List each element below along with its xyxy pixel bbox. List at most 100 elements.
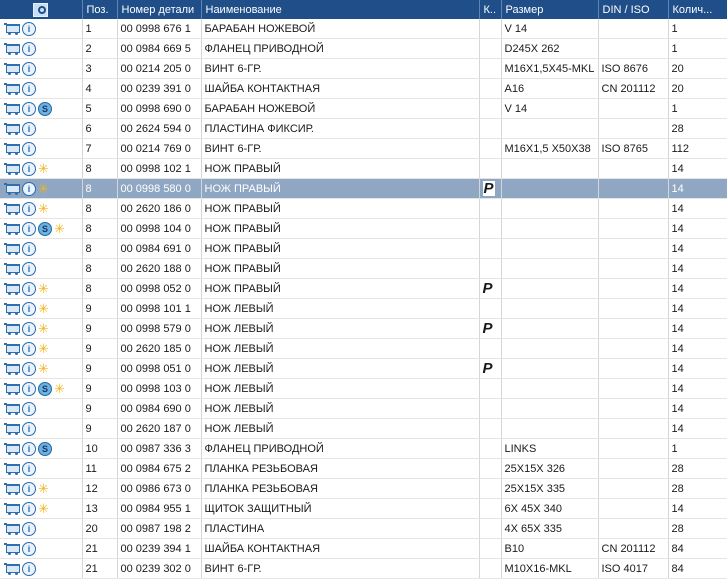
table-row[interactable]: i 8 00 2620 188 0 НОЖ ПРАВЫЙ 14: [0, 258, 727, 279]
cart-icon[interactable]: [4, 182, 20, 195]
cart-icon[interactable]: [4, 362, 20, 375]
star-icon[interactable]: ✳: [38, 182, 49, 195]
cart-icon[interactable]: [4, 542, 20, 555]
table-row[interactable]: i ✳ 13 00 0984 955 1 ЩИТОК ЗАЩИТНЫЙ 6X 45X 34…: [0, 498, 727, 519]
table-row[interactable]: i ✳ 9 00 0998 101 1 НОЖ ЛЕВЫЙ 14: [0, 298, 727, 319]
cart-icon[interactable]: [4, 522, 20, 535]
star-icon[interactable]: ✳: [38, 502, 49, 515]
cart-icon[interactable]: [4, 282, 20, 295]
cart-icon[interactable]: [4, 102, 20, 115]
table-row[interactable]: i S 10 00 0987 336 3 ФЛАНЕЦ ПРИВОДНОЙ LINKS 1: [0, 438, 727, 459]
s-badge-icon[interactable]: S: [38, 101, 52, 116]
cart-icon[interactable]: [4, 342, 20, 355]
cart-icon[interactable]: [4, 142, 20, 155]
info-icon[interactable]: i: [22, 241, 36, 256]
table-row[interactable]: i S ✳ 9 00 0998 103 0 НОЖ ЛЕВЫЙ 14: [0, 378, 727, 399]
info-icon[interactable]: i: [22, 361, 36, 376]
table-row[interactable]: i ✳ 9 00 2620 185 0 НОЖ ЛЕВЫЙ 14: [0, 338, 727, 359]
table-row[interactable]: i 1 00 0998 676 1 БАРАБАН НОЖЕВОЙ V 14 1: [0, 19, 727, 39]
cart-icon[interactable]: [4, 402, 20, 415]
column-header-pos[interactable]: Поз.: [82, 0, 118, 19]
column-header-part-number[interactable]: Номер детали: [117, 0, 202, 19]
table-row[interactable]: i 7 00 0214 769 0 ВИНТ 6-ГР. M16X1,5 X50X38 I…: [0, 138, 727, 159]
table-row[interactable]: i 21 00 0239 394 1 ШАЙБА КОНТАКТНАЯ B10 CN 20…: [0, 538, 727, 559]
s-badge-icon[interactable]: S: [38, 221, 52, 236]
table-row[interactable]: i 6 00 2624 594 0 ПЛАСТИНА ФИКСИР. 28: [0, 118, 727, 139]
info-icon[interactable]: i: [22, 301, 36, 316]
info-icon[interactable]: i: [22, 281, 36, 296]
table-row[interactable]: i S ✳ 8 00 0998 104 0 НОЖ ПРАВЫЙ 14: [0, 218, 727, 239]
cart-icon[interactable]: [4, 22, 20, 35]
column-header-icons[interactable]: [0, 0, 83, 19]
star-icon[interactable]: ✳: [54, 222, 65, 235]
view-icon[interactable]: [33, 2, 49, 17]
star-icon[interactable]: ✳: [38, 282, 49, 295]
cart-icon[interactable]: [4, 302, 20, 315]
star-icon[interactable]: ✳: [38, 362, 49, 375]
table-row[interactable]: i 9 00 2620 187 0 НОЖ ЛЕВЫЙ 14: [0, 418, 727, 439]
cart-icon[interactable]: [4, 562, 20, 575]
info-icon[interactable]: i: [22, 521, 36, 536]
info-icon[interactable]: i: [22, 81, 36, 96]
column-header-size[interactable]: Размер: [501, 0, 599, 19]
cart-icon[interactable]: [4, 462, 20, 475]
info-icon[interactable]: i: [22, 541, 36, 556]
info-icon[interactable]: i: [22, 101, 36, 116]
column-header-name[interactable]: Наименование: [201, 0, 480, 19]
star-icon[interactable]: ✳: [38, 322, 49, 335]
info-icon[interactable]: i: [22, 181, 36, 196]
cart-icon[interactable]: [4, 262, 20, 275]
info-icon[interactable]: i: [22, 21, 36, 36]
cart-icon[interactable]: [4, 162, 20, 175]
s-badge-icon[interactable]: S: [38, 441, 52, 456]
cart-icon[interactable]: [4, 382, 20, 395]
cart-icon[interactable]: [4, 442, 20, 455]
table-row[interactable]: i ✳ 8 00 0998 102 1 НОЖ ПРАВЫЙ 14: [0, 158, 727, 179]
table-row[interactable]: i 20 00 0987 198 2 ПЛАСТИНА 4X 65X 335 28: [0, 518, 727, 539]
cart-icon[interactable]: [4, 242, 20, 255]
table-row[interactable]: i 3 00 0214 205 0 ВИНТ 6-ГР. M16X1,5X45-MKL I…: [0, 58, 727, 79]
table-row[interactable]: i ✳ 8 00 0998 580 0 НОЖ ПРАВЫЙ P 14: [0, 178, 727, 199]
info-icon[interactable]: i: [22, 61, 36, 76]
table-row[interactable]: i 21 00 0239 302 0 ВИНТ 6-ГР. M10X16-MKL ISO …: [0, 558, 727, 579]
cart-icon[interactable]: [4, 322, 20, 335]
table-row[interactable]: i ✳ 12 00 0986 673 0 ПЛАНКА РЕЗЬБОВАЯ 25X15X …: [0, 478, 727, 499]
cart-icon[interactable]: [4, 82, 20, 95]
info-icon[interactable]: i: [22, 321, 36, 336]
cart-icon[interactable]: [4, 202, 20, 215]
cart-icon[interactable]: [4, 42, 20, 55]
info-icon[interactable]: i: [22, 381, 36, 396]
cart-icon[interactable]: [4, 62, 20, 75]
info-icon[interactable]: i: [22, 341, 36, 356]
info-icon[interactable]: i: [22, 561, 36, 576]
info-icon[interactable]: i: [22, 441, 36, 456]
table-row[interactable]: i ✳ 9 00 0998 051 0 НОЖ ЛЕВЫЙ P 14: [0, 358, 727, 379]
star-icon[interactable]: ✳: [38, 162, 49, 175]
info-icon[interactable]: i: [22, 461, 36, 476]
info-icon[interactable]: i: [22, 161, 36, 176]
s-badge-icon[interactable]: S: [38, 381, 52, 396]
column-header-qty[interactable]: Колич...: [668, 0, 727, 19]
info-icon[interactable]: i: [22, 481, 36, 496]
info-icon[interactable]: i: [22, 201, 36, 216]
column-header-k[interactable]: К..: [479, 0, 502, 19]
info-icon[interactable]: i: [22, 421, 36, 436]
table-row[interactable]: i S 5 00 0998 690 0 БАРАБАН НОЖЕВОЙ V 14 1: [0, 98, 727, 119]
info-icon[interactable]: i: [22, 121, 36, 136]
info-icon[interactable]: i: [22, 261, 36, 276]
star-icon[interactable]: ✳: [38, 342, 49, 355]
info-icon[interactable]: i: [22, 501, 36, 516]
table-row[interactable]: i 4 00 0239 391 0 ШАЙБА КОНТАКТНАЯ A16 CN 201…: [0, 78, 727, 99]
cart-icon[interactable]: [4, 122, 20, 135]
table-row[interactable]: i 8 00 0984 691 0 НОЖ ПРАВЫЙ 14: [0, 238, 727, 259]
table-row[interactable]: i 11 00 0984 675 2 ПЛАНКА РЕЗЬБОВАЯ 25X15X 3…: [0, 458, 727, 479]
star-icon[interactable]: ✳: [54, 382, 65, 395]
cart-icon[interactable]: [4, 502, 20, 515]
star-icon[interactable]: ✳: [38, 302, 49, 315]
cart-icon[interactable]: [4, 222, 20, 235]
table-row[interactable]: i ✳ 8 00 0998 052 0 НОЖ ПРАВЫЙ P 14: [0, 278, 727, 299]
table-row[interactable]: i ✳ 9 00 0998 579 0 НОЖ ЛЕВЫЙ P 14: [0, 318, 727, 339]
info-icon[interactable]: i: [22, 141, 36, 156]
cart-icon[interactable]: [4, 422, 20, 435]
star-icon[interactable]: ✳: [38, 202, 49, 215]
